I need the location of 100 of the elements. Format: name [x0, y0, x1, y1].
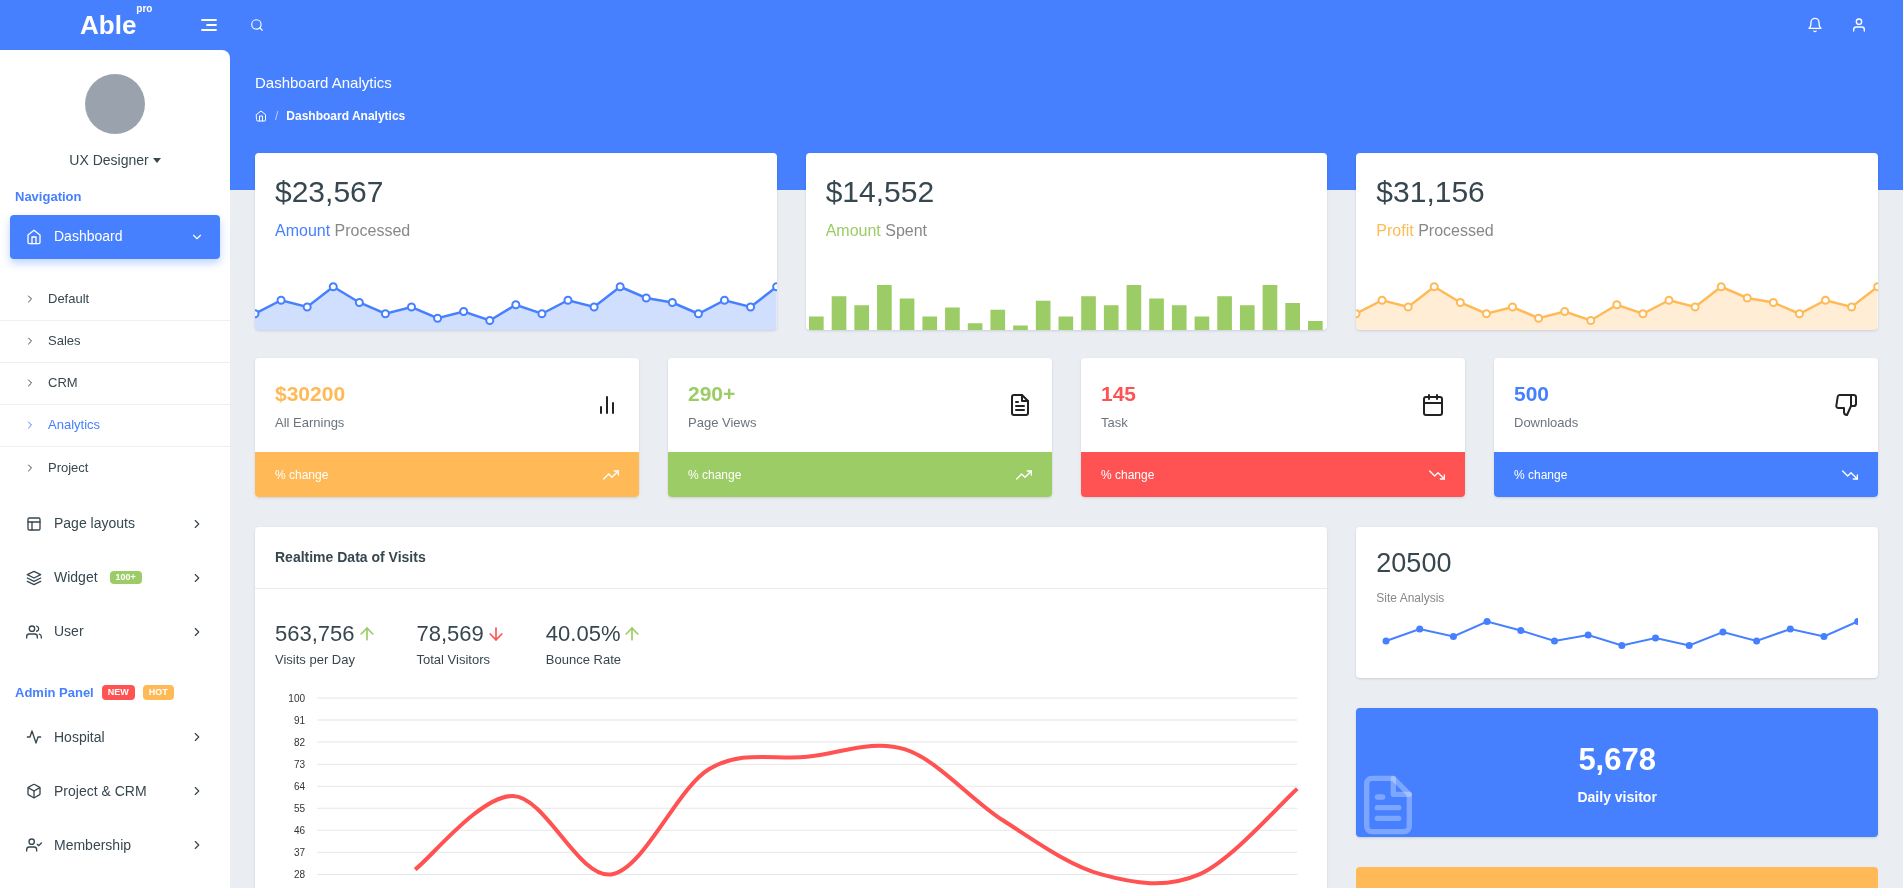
submenu-item[interactable]: Project — [0, 446, 230, 489]
sparkline-bar — [990, 309, 1005, 330]
avatar — [85, 74, 145, 134]
section-badge: HOT — [142, 684, 174, 700]
axis-tick-label: 46 — [293, 824, 306, 836]
sparkline-point — [615, 282, 625, 292]
nav-item[interactable]: Membership — [10, 818, 220, 872]
sparkline-bar — [808, 316, 824, 330]
sparkline-point — [1508, 302, 1518, 312]
metric-value: 40.05% — [545, 620, 621, 648]
sparkline-point — [693, 309, 703, 319]
stat-footer-text: % change — [275, 466, 329, 484]
sparkline-point — [1382, 637, 1390, 645]
sparkline-point — [1690, 302, 1700, 312]
section-badge: NEW — [101, 684, 135, 700]
section-title: Admin Panel — [15, 683, 94, 702]
calendar-icon — [1421, 393, 1445, 417]
sparkline-point — [1753, 637, 1761, 645]
summary-value: $14,552 — [825, 174, 936, 210]
page-title: Dashboard Analytics — [255, 73, 393, 93]
axis-tick-label: 64 — [293, 780, 306, 792]
sparkline-point — [1820, 632, 1828, 640]
sparkline-point — [1612, 300, 1622, 310]
metric-value: 563,756 — [275, 620, 355, 648]
sparkline-bar — [1307, 321, 1323, 330]
users-icon — [26, 623, 42, 640]
axis-tick-label: 37 — [293, 846, 306, 858]
sparkline-point — [1743, 293, 1753, 303]
sparkline-bar — [1080, 296, 1096, 330]
document-icon — [1008, 393, 1032, 417]
count-badge: 100+ — [109, 570, 142, 585]
stat-label: Task — [1101, 414, 1129, 432]
sparkline-point — [1404, 302, 1413, 312]
site-analysis-value: 20500 — [1376, 547, 1453, 580]
nav-item[interactable]: User — [10, 604, 220, 659]
sparkline-point — [1638, 309, 1648, 319]
sparkline-point — [1534, 313, 1544, 323]
menu-icon — [200, 18, 218, 32]
sparkline-point — [302, 302, 312, 312]
sparkline-point — [1821, 295, 1831, 305]
sparkline-point — [1586, 316, 1596, 325]
sparkline-point — [1483, 617, 1491, 625]
sparkline-point — [1652, 634, 1660, 642]
stat-label: Downloads — [1514, 414, 1579, 432]
stat-value: 290+ — [688, 380, 737, 407]
sparkline-point — [1551, 637, 1559, 645]
card-title: Realtime Data of Visits — [275, 548, 426, 567]
sparkline-point — [563, 295, 573, 305]
sparkline-bar — [831, 296, 846, 330]
sparkline-point — [1787, 625, 1795, 633]
axis-tick-label: 82 — [293, 736, 306, 748]
pulse-icon — [26, 729, 42, 745]
sparkline-point — [1560, 307, 1570, 316]
sparkline-bar — [854, 305, 869, 330]
metric-label: Bounce Rate — [545, 651, 622, 669]
sparkline-point — [276, 295, 286, 305]
section-title: Navigation — [15, 188, 82, 206]
sparkline-point — [1517, 626, 1525, 634]
sparkline-point — [407, 302, 416, 312]
profile-dropdown[interactable]: UX Designer — [69, 150, 161, 171]
sparkline-bar — [1239, 305, 1255, 330]
sparkline-bar — [876, 285, 892, 330]
site-analysis-label: Site Analysis — [1376, 589, 1446, 607]
summary-label: Amount Spent — [825, 220, 929, 241]
sparkline-bar — [1171, 305, 1187, 330]
summary-value: $31,156 — [1376, 174, 1486, 210]
nav-item[interactable]: Hospital — [10, 710, 220, 764]
sparkline-point — [1795, 309, 1805, 319]
box-icon — [26, 783, 42, 799]
thumbs-down-icon — [1834, 393, 1858, 417]
sparkline-bar — [1058, 316, 1073, 330]
daily-visitor-label: Daily visitor — [1577, 788, 1657, 808]
sparkline-point — [1854, 617, 1858, 625]
stat-value: $30200 — [275, 380, 346, 407]
daily-visitor-value: 5,678 — [1578, 740, 1656, 779]
sparkline-bar — [1216, 296, 1232, 330]
nav-item[interactable]: Project & CRM — [10, 764, 220, 818]
sparkline-bar — [1012, 325, 1028, 330]
sparkline-point — [537, 309, 547, 319]
sparkline-point — [1717, 282, 1726, 292]
stat-label: All Earnings — [275, 414, 346, 432]
sparkline-point — [328, 282, 338, 292]
sparkline-point — [1769, 298, 1779, 307]
sparkline-point — [511, 300, 521, 310]
summary-label: Amount Processed — [275, 220, 412, 241]
metric-label: Total Visitors — [416, 651, 491, 669]
stat-footer-text: % change — [1514, 466, 1568, 484]
home-icon[interactable] — [255, 109, 267, 122]
sparkline-point — [1416, 625, 1424, 633]
axis-tick-label: 28 — [293, 868, 306, 880]
stat-footer-text: % change — [1101, 466, 1155, 484]
axis-tick-label: 100 — [288, 692, 306, 704]
summary-label: Profit Processed — [1376, 220, 1495, 241]
nav-item[interactable]: Page layouts — [10, 496, 220, 551]
search-icon — [250, 18, 264, 32]
nav-item[interactable]: Dashboard — [10, 214, 220, 259]
axis-tick-label: 73 — [293, 758, 306, 770]
nav-item[interactable]: Widget 100+ — [10, 550, 220, 605]
axis-tick-label: 91 — [293, 714, 306, 726]
stat-footer-text: % change — [688, 466, 742, 484]
